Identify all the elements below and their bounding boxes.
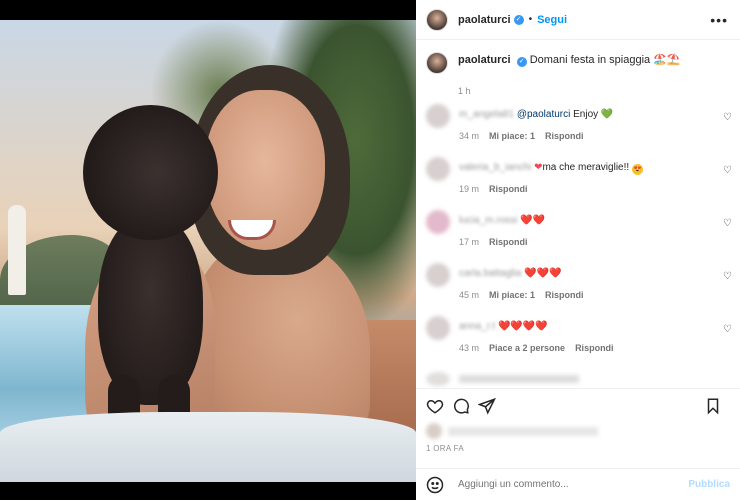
comment-time: 17 m xyxy=(459,237,480,247)
post-panel: paolaturci ✓ • Segui ••• paolaturci ✓ Do… xyxy=(416,0,740,500)
reply-button[interactable]: Rispondi xyxy=(489,237,528,247)
username[interactable]: paolaturci xyxy=(458,14,511,26)
faded-comment-text xyxy=(459,375,579,383)
avatar[interactable] xyxy=(426,210,450,234)
comment-likes[interactable]: Mi piace: 1 xyxy=(489,131,535,141)
like-comment-heart-icon[interactable]: ♡ xyxy=(723,112,732,123)
hearts-emoji: ❤️❤️ xyxy=(520,215,546,226)
green-heart-emoji: 💚 xyxy=(600,109,614,120)
comment-username[interactable]: anna_r.t xyxy=(459,321,495,332)
like-comment-heart-icon[interactable]: ♡ xyxy=(723,218,732,229)
comment-meta: 17 m Rispondi xyxy=(459,237,528,247)
avatar[interactable] xyxy=(426,52,448,74)
comment-time: 45 m xyxy=(459,290,480,300)
avatar xyxy=(426,372,450,386)
verified-icon: ✓ xyxy=(513,14,524,25)
avatar[interactable] xyxy=(426,157,450,181)
share-icon[interactable] xyxy=(478,397,496,415)
comment-time: 34 m xyxy=(459,131,480,141)
comment-body: Enjoy xyxy=(570,109,601,120)
dog-body xyxy=(98,215,203,405)
comment-likes[interactable]: Piace a 2 persone xyxy=(489,343,565,353)
publish-button[interactable]: Pubblica xyxy=(688,479,730,490)
comment-text: lucia_m.rossi ❤️❤️ xyxy=(459,215,545,226)
comment-text: anna_r.t ❤️❤️❤️❤️ xyxy=(459,321,548,332)
post-header: paolaturci ✓ • Segui ••• xyxy=(416,0,740,40)
mention-link[interactable]: @paolaturci xyxy=(517,109,571,120)
caption-time: 1 h xyxy=(458,86,471,96)
separator-dot: • xyxy=(528,14,533,25)
comment-body: ma che meraviglie!! xyxy=(542,162,632,173)
comment: m_angela81 @paolaturci Enjoy 💚 34 m Mi p… xyxy=(426,104,736,154)
comment-username[interactable]: valeria_b_ianchi xyxy=(459,162,531,173)
comment-meta: 45 m Mi piace: 1 Rispondi xyxy=(459,290,584,300)
reply-button[interactable]: Rispondi xyxy=(545,131,584,141)
reply-button[interactable]: Rispondi xyxy=(545,290,584,300)
post-photo[interactable] xyxy=(0,20,416,482)
liked-by[interactable] xyxy=(426,423,726,439)
hearts-emoji: ❤️❤️❤️❤️ xyxy=(497,321,548,332)
caption-username[interactable]: paolaturci xyxy=(458,54,511,66)
comment-username[interactable]: lucia_m.rossi xyxy=(459,215,517,226)
caption-body: Domani festa in spiaggia 🏖️⛱️ xyxy=(529,54,681,66)
reply-button[interactable]: Rispondi xyxy=(489,184,528,194)
comment: carla.battaglia ❤️❤️❤️ 45 m Mi piace: 1 … xyxy=(426,263,736,313)
comment-meta: 34 m Mi piace: 1 Rispondi xyxy=(459,131,584,141)
comment-likes[interactable]: Mi piace: 1 xyxy=(489,290,535,300)
bookmark-icon[interactable] xyxy=(704,397,722,415)
umbrella xyxy=(8,205,26,295)
avatar[interactable] xyxy=(426,263,450,287)
comment-username[interactable]: carla.battaglia xyxy=(459,268,521,279)
like-comment-heart-icon[interactable]: ♡ xyxy=(723,324,732,335)
more-icon[interactable]: ••• xyxy=(710,12,728,28)
heart-icon[interactable] xyxy=(426,397,444,415)
caption: paolaturci ✓ Domani festa in spiaggia 🏖️… xyxy=(426,52,730,96)
caption-text: paolaturci ✓ Domani festa in spiaggia 🏖️… xyxy=(458,52,681,68)
faded-comment xyxy=(426,372,726,386)
avatar[interactable] xyxy=(426,8,448,31)
comment-meta: 19 m Rispondi xyxy=(459,184,528,194)
comment-icon[interactable] xyxy=(452,397,470,415)
comment: valeria_b_ianchi ❤ma che meraviglie!! 😍 … xyxy=(426,157,736,207)
towel xyxy=(0,412,416,482)
avatar[interactable] xyxy=(426,104,450,128)
comment-time: 43 m xyxy=(459,343,480,353)
like-comment-heart-icon[interactable]: ♡ xyxy=(723,165,732,176)
action-bar xyxy=(416,388,740,422)
post-time: 1 ORA FA xyxy=(426,444,464,453)
heart-eyes-emoji: 😍 xyxy=(631,164,643,175)
comment-text: carla.battaglia ❤️❤️❤️ xyxy=(459,268,561,279)
dog-head xyxy=(83,105,218,240)
comment-username[interactable]: m_angela81 xyxy=(459,109,514,120)
comment-composer: Pubblica xyxy=(416,468,740,500)
follow-button[interactable]: Segui xyxy=(537,14,567,26)
hearts-emoji: ❤️❤️❤️ xyxy=(524,268,562,279)
emoji-icon[interactable] xyxy=(426,476,444,494)
like-comment-heart-icon[interactable]: ♡ xyxy=(723,271,732,282)
reply-button[interactable]: Rispondi xyxy=(575,343,614,353)
verified-icon: ✓ xyxy=(516,57,527,67)
comment: anna_r.t ❤️❤️❤️❤️ 43 m Piace a 2 persone… xyxy=(426,316,736,366)
comment-input[interactable] xyxy=(458,479,658,490)
avatar xyxy=(426,423,442,439)
comment-text: valeria_b_ianchi ❤ma che meraviglie!! 😍 xyxy=(459,162,643,175)
comment-time: 19 m xyxy=(459,184,480,194)
comment-text: m_angela81 @paolaturci Enjoy 💚 xyxy=(459,109,613,120)
comment: lucia_m.rossi ❤️❤️ 17 m Rispondi ♡ xyxy=(426,210,736,260)
comment-meta: 43 m Piace a 2 persone Rispondi xyxy=(459,343,614,353)
avatar[interactable] xyxy=(426,316,450,340)
liked-by-text xyxy=(448,426,598,436)
